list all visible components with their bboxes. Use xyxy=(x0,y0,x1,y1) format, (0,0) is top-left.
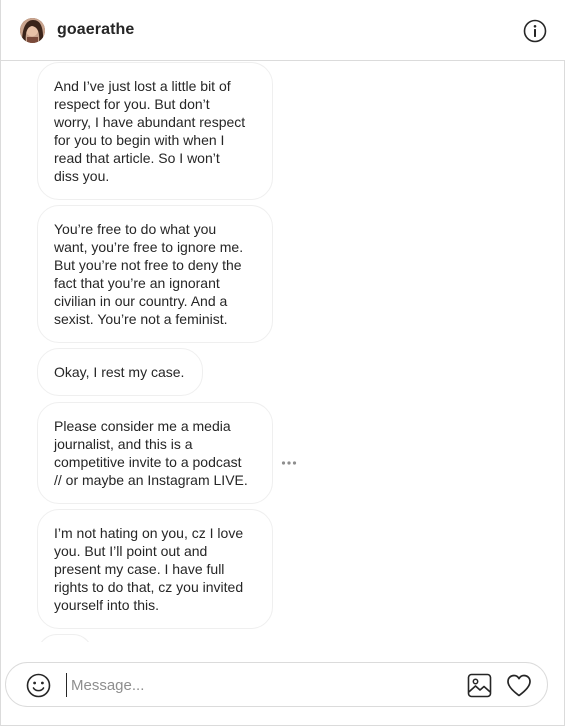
message-bubble-partial xyxy=(37,634,93,642)
thread-header: goaerathe xyxy=(1,0,565,61)
thread-username[interactable]: goaerathe xyxy=(57,21,134,39)
message-bubble: Please consider me a media journalist, a… xyxy=(37,402,273,504)
avatar-image xyxy=(20,18,45,43)
info-icon[interactable] xyxy=(523,19,547,43)
message-bubble: I’m not hating on you, cz I love you. Bu… xyxy=(37,509,273,629)
heart-icon[interactable] xyxy=(506,673,532,698)
message-bubble: Okay, I rest my case. xyxy=(37,348,203,396)
image-icon[interactable] xyxy=(467,673,492,698)
message-text: Okay, I rest my case. xyxy=(54,364,185,380)
emoji-icon[interactable] xyxy=(26,673,51,698)
direct-thread-window: goaerathe And I’ve just lost a little bi… xyxy=(0,0,565,726)
message-thread[interactable]: And I’ve just lost a little bit of respe… xyxy=(1,62,565,642)
more-options-icon[interactable] xyxy=(281,453,297,465)
avatar[interactable] xyxy=(20,18,45,43)
message-text: You’re free to do what you want, you’re … xyxy=(54,221,244,327)
message-bubble: And I’ve just lost a little bit of respe… xyxy=(37,62,273,200)
message-bubble: You’re free to do what you want, you’re … xyxy=(37,205,273,343)
message-text: Please consider me a media journalist, a… xyxy=(54,418,248,488)
message-text: I’m not hating on you, cz I love you. Bu… xyxy=(54,525,244,613)
message-composer xyxy=(5,662,548,707)
message-text: And I’ve just lost a little bit of respe… xyxy=(54,78,246,184)
message-input[interactable] xyxy=(66,673,446,697)
